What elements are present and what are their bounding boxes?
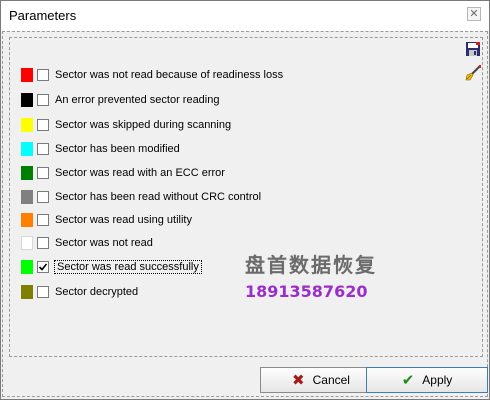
watermark-phone: 18913587620 [245,282,368,301]
apply-label: Apply [422,373,453,387]
color-swatch [21,190,33,204]
legend-item: An error prevented sector reading [21,92,219,108]
watermark: 盘首数据恢复 18913587620 [245,249,377,301]
color-swatch [21,166,33,180]
legend-label[interactable]: Sector was not read [55,237,153,249]
legend-item: Sector was skipped during scanning [21,117,231,133]
cancel-x-icon: ✖ [292,372,305,389]
legend-checkbox[interactable] [37,214,49,226]
watermark-text: 盘首数据恢复 [245,253,377,277]
color-swatch [21,236,33,250]
checkmark-icon [38,263,48,271]
legend-checkbox[interactable] [37,119,49,131]
legend-label[interactable]: Sector has been modified [55,143,180,155]
save-button[interactable] [463,39,483,59]
color-swatch [21,118,33,132]
color-swatch [21,285,33,299]
legend-label[interactable]: Sector decrypted [55,286,138,298]
legend-label[interactable]: Sector was skipped during scanning [55,119,231,131]
legend-item: Sector was not read because of readiness… [21,67,283,83]
legend-label[interactable]: Sector was read successfully [54,260,202,274]
legend-label[interactable]: Sector was not read because of readiness… [55,69,283,81]
window-title: Parameters [9,8,77,23]
legend-checkbox[interactable] [37,191,49,203]
legend-item: Sector has been read without CRC control [21,189,261,205]
legend-checkbox[interactable] [37,69,49,81]
legend-label[interactable]: An error prevented sector reading [55,94,219,106]
legend-checkbox[interactable] [37,143,49,155]
apply-check-icon: ✔ [401,372,415,389]
color-swatch [21,260,33,274]
legend-item: Sector decrypted [21,284,138,300]
parameters-dialog: Parameters ✕ Sector was not read because… [0,0,490,400]
legend-item: Sector was read using utility [21,212,192,228]
legend-label[interactable]: Sector has been read without CRC control [55,191,261,203]
clear-button[interactable] [463,63,483,83]
brush-icon [465,65,481,81]
color-swatch [21,68,33,82]
legend-checkbox[interactable] [37,237,49,249]
cancel-label: Cancel [312,373,350,387]
legend-checkbox[interactable] [37,167,49,179]
legend-checkbox[interactable] [37,261,49,273]
title-bar: Parameters ✕ [1,1,489,31]
legend-label[interactable]: Sector was read using utility [55,214,192,226]
color-swatch [21,213,33,227]
apply-button[interactable]: ✔ Apply [366,367,488,393]
cancel-button[interactable]: ✖ Cancel [260,367,382,393]
color-swatch [21,142,33,156]
legend-checkbox[interactable] [37,286,49,298]
save-icon [466,42,480,56]
color-swatch [21,93,33,107]
legend-item: Sector was read with an ECC error [21,165,225,181]
legend-label[interactable]: Sector was read with an ECC error [55,167,225,179]
close-icon: ✕ [469,7,479,20]
legend-checkbox[interactable] [37,94,49,106]
legend-item: Sector has been modified [21,141,180,157]
legend-item: Sector was not read [21,235,153,251]
legend-item: Sector was read successfully [21,259,202,275]
close-button[interactable]: ✕ [467,7,481,21]
